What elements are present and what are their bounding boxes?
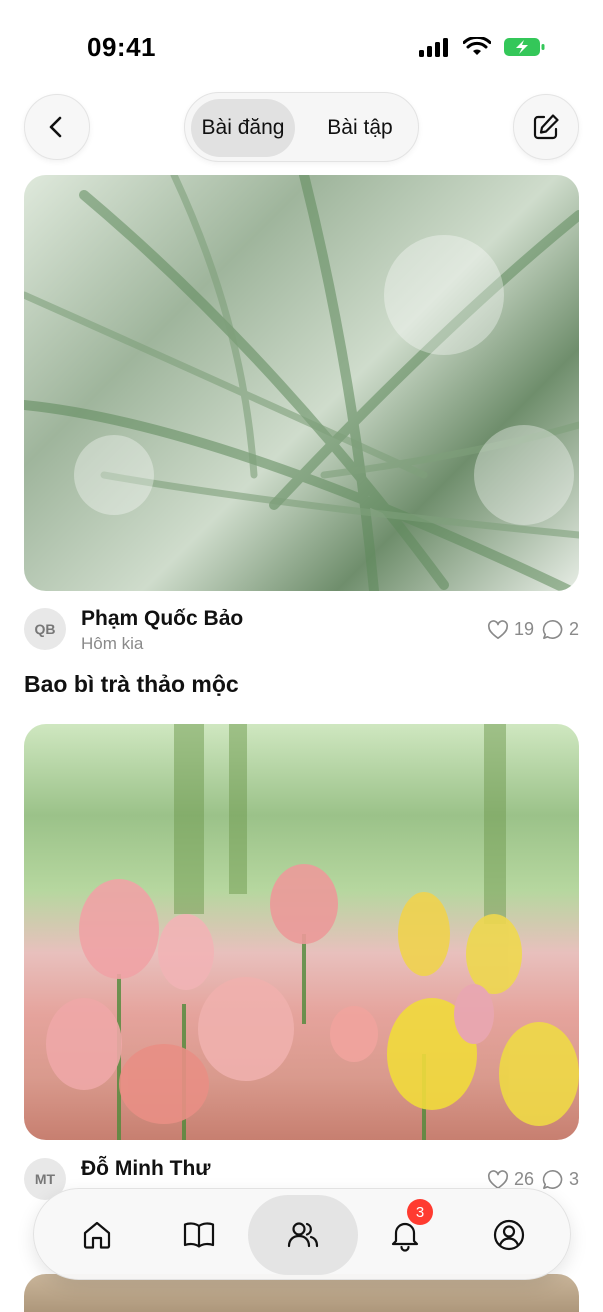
comment-stat[interactable]: 2 [542,619,579,640]
author-name[interactable]: Phạm Quốc Bảo [81,607,243,631]
profile-icon [493,1219,525,1251]
nav-community[interactable] [248,1195,358,1275]
edit-icon [533,114,559,140]
heart-icon [487,619,508,639]
comment-icon [542,620,563,639]
compose-button[interactable] [513,94,579,160]
post-image[interactable] [24,175,579,591]
tab-bai-dang[interactable]: Bài đăng [191,99,295,157]
avatar[interactable]: QB [24,608,66,650]
status-time: 09:41 [87,32,156,62]
comment-stat[interactable]: 3 [542,1169,579,1190]
palm-leaves-photo [24,175,579,591]
comment-count: 2 [568,619,579,639]
nav-home[interactable] [42,1195,152,1275]
post-type-segmented-control: Bài đăng Bài tập [184,92,419,162]
back-button[interactable] [24,94,90,160]
notification-badge: 3 [407,1199,433,1225]
chevron-left-icon [49,116,62,138]
bottom-navigation-bar: 3 [33,1188,571,1280]
heart-icon [487,1169,508,1189]
post-title[interactable]: Bao bì trà thảo mộc [24,671,239,698]
tab-bai-tap[interactable]: Bài tập [305,99,415,157]
author-name[interactable]: Đỗ Minh Thư [81,1157,211,1181]
status-bar: 09:41 [0,0,603,92]
tulips-photo [46,724,579,1140]
signal-icon [419,38,448,57]
users-icon [287,1222,319,1248]
comment-icon [542,1170,563,1189]
post-stats: 26 3 [487,1169,579,1190]
nav-library[interactable] [144,1195,254,1275]
like-stat[interactable]: 19 [487,619,534,640]
status-icons [419,36,545,58]
like-count: 19 [513,619,534,639]
book-icon [183,1222,215,1248]
home-icon [83,1221,111,1249]
wifi-icon [463,37,491,55]
like-stat[interactable]: 26 [487,1169,534,1190]
nav-notifications[interactable]: 3 [350,1195,460,1275]
nav-profile[interactable] [454,1195,564,1275]
battery-icon [504,38,545,56]
comment-count: 3 [568,1169,579,1189]
post-stats: 19 2 [487,619,579,640]
like-count: 26 [513,1169,534,1189]
post-time: Hôm kia [81,634,144,653]
post-image[interactable] [24,724,579,1140]
